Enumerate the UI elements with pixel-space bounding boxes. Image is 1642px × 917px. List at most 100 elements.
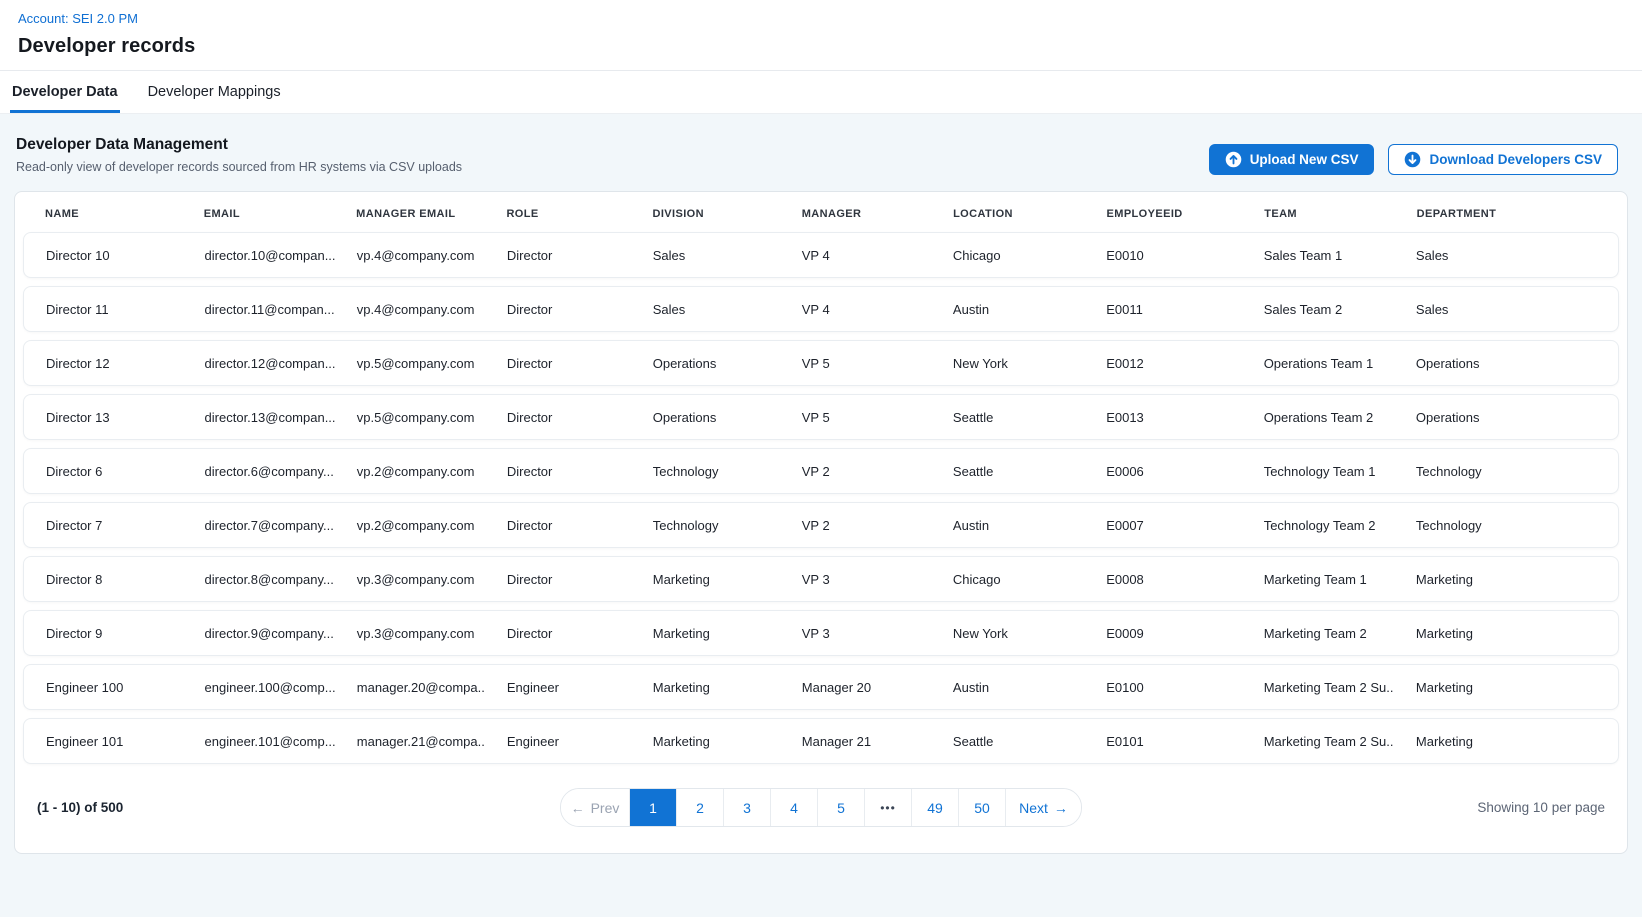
cell-role: Engineer [485,734,631,749]
cell-manager: VP 5 [780,410,931,425]
cell-location: Austin [931,302,1084,317]
cell-department: Marketing [1394,680,1618,695]
cell-location: Seattle [931,464,1084,479]
tab-bar: Developer Data Developer Mappings [0,71,1642,114]
pagination: ←Prev12345•••4950 Next → [560,788,1082,827]
cell-division: Sales [631,302,780,317]
cell-department: Operations [1394,356,1618,371]
section-title: Developer Data Management [16,136,462,154]
cell-employeeid: E0009 [1084,626,1242,641]
download-developers-csv-button[interactable]: Download Developers CSV [1388,144,1618,175]
page-button-50[interactable]: 50 [958,789,1005,826]
page-button-5[interactable]: 5 [817,789,864,826]
cell-division: Marketing [631,572,780,587]
table-footer: (1 - 10) of 500 ←Prev12345•••4950Next→ S… [23,772,1619,853]
cell-manager-email: manager.21@compa... [335,734,485,749]
tab-developer-mappings[interactable]: Developer Mappings [146,71,283,113]
cell-email: engineer.101@comp... [183,734,335,749]
prev-button[interactable]: ←Prev [561,789,629,826]
cell-manager-email: vp.3@company.com [335,626,485,641]
cell-name: Director 12 [24,356,183,371]
cell-department: Sales [1394,302,1618,317]
cell-email: director.13@compan... [183,410,335,425]
column-header-department: DEPARTMENT [1395,208,1619,220]
cell-location: Austin [931,518,1084,533]
cell-location: New York [931,626,1084,641]
cell-team: Operations Team 2 [1242,410,1394,425]
page-button-4[interactable]: 4 [770,789,817,826]
next-arrow-icon: → [1054,800,1068,816]
cell-manager-email: vp.5@company.com [335,410,485,425]
cell-team: Marketing Team 2 Su... [1242,680,1394,695]
cell-email: director.10@compan... [183,248,335,263]
page-button-3[interactable]: 3 [723,789,770,826]
cell-manager-email: vp.4@company.com [335,302,485,317]
next-label: Next [1019,800,1048,816]
table-row: Director 8director.8@company....vp.3@com… [23,556,1619,602]
upload-button-label: Upload New CSV [1250,152,1359,167]
column-header-location: LOCATION [931,208,1084,220]
table-row: Director 6director.6@company....vp.2@com… [23,448,1619,494]
cell-email: director.8@company.... [183,572,335,587]
table-row: Director 13director.13@compan...vp.5@com… [23,394,1619,440]
pagination-ellipsis[interactable]: ••• [864,789,911,826]
cell-department: Technology [1394,464,1618,479]
upload-new-csv-button[interactable]: Upload New CSV [1209,144,1375,175]
cell-employeeid: E0010 [1084,248,1242,263]
cell-email: director.6@company.... [183,464,335,479]
cell-manager-email: vp.2@company.com [335,518,485,533]
cell-division: Technology [631,518,780,533]
prev-arrow-icon: ← [571,800,585,816]
cell-role: Director [485,356,631,371]
cell-employeeid: E0007 [1084,518,1242,533]
section-subtitle: Read-only view of developer records sour… [16,160,462,174]
cell-manager: VP 2 [780,518,931,533]
next-button[interactable]: Next → [1005,789,1081,826]
cell-name: Engineer 101 [24,734,183,749]
cell-employeeid: E0012 [1084,356,1242,371]
page-button-2[interactable]: 2 [676,789,723,826]
cell-manager: Manager 20 [780,680,931,695]
tab-developer-data[interactable]: Developer Data [10,71,120,113]
upload-icon [1225,151,1242,168]
cell-manager: VP 2 [780,464,931,479]
cell-name: Director 10 [24,248,183,263]
cell-name: Director 7 [24,518,183,533]
cell-employeeid: E0008 [1084,572,1242,587]
cell-employeeid: E0006 [1084,464,1242,479]
cell-employeeid: E0013 [1084,410,1242,425]
cell-manager-email: manager.20@compa... [335,680,485,695]
per-page-label: Showing 10 per page [1345,800,1605,815]
cell-name: Director 11 [24,302,183,317]
cell-division: Technology [631,464,780,479]
cell-manager-email: vp.4@company.com [335,248,485,263]
column-header-employeeid: EMPLOYEEID [1085,208,1243,220]
cell-location: New York [931,356,1084,371]
account-link[interactable]: Account: SEI 2.0 PM [18,11,138,26]
cell-manager-email: vp.2@company.com [335,464,485,479]
column-header-division: DIVISION [630,208,779,220]
cell-role: Director [485,518,631,533]
cell-role: Director [485,410,631,425]
cell-employeeid: E0101 [1084,734,1242,749]
column-header-manager-email: MANAGER EMAIL [334,208,484,220]
table-row: Director 12director.12@compan...vp.5@com… [23,340,1619,386]
cell-name: Director 9 [24,626,183,641]
cell-division: Marketing [631,680,780,695]
cell-manager: VP 3 [780,572,931,587]
cell-manager: VP 3 [780,626,931,641]
cell-role: Director [485,248,631,263]
cell-team: Technology Team 2 [1242,518,1394,533]
table-row: Director 9director.9@company....vp.3@com… [23,610,1619,656]
page-button-49[interactable]: 49 [911,789,958,826]
cell-name: Director 6 [24,464,183,479]
page-title: Developer records [18,35,1624,58]
cell-employeeid: E0011 [1084,302,1242,317]
cell-location: Austin [931,680,1084,695]
page-button-1[interactable]: 1 [629,789,676,826]
cell-manager: Manager 21 [780,734,931,749]
cell-name: Director 13 [24,410,183,425]
table-row: Director 11director.11@compan...vp.4@com… [23,286,1619,332]
cell-division: Operations [631,356,780,371]
cell-team: Marketing Team 2 [1242,626,1394,641]
